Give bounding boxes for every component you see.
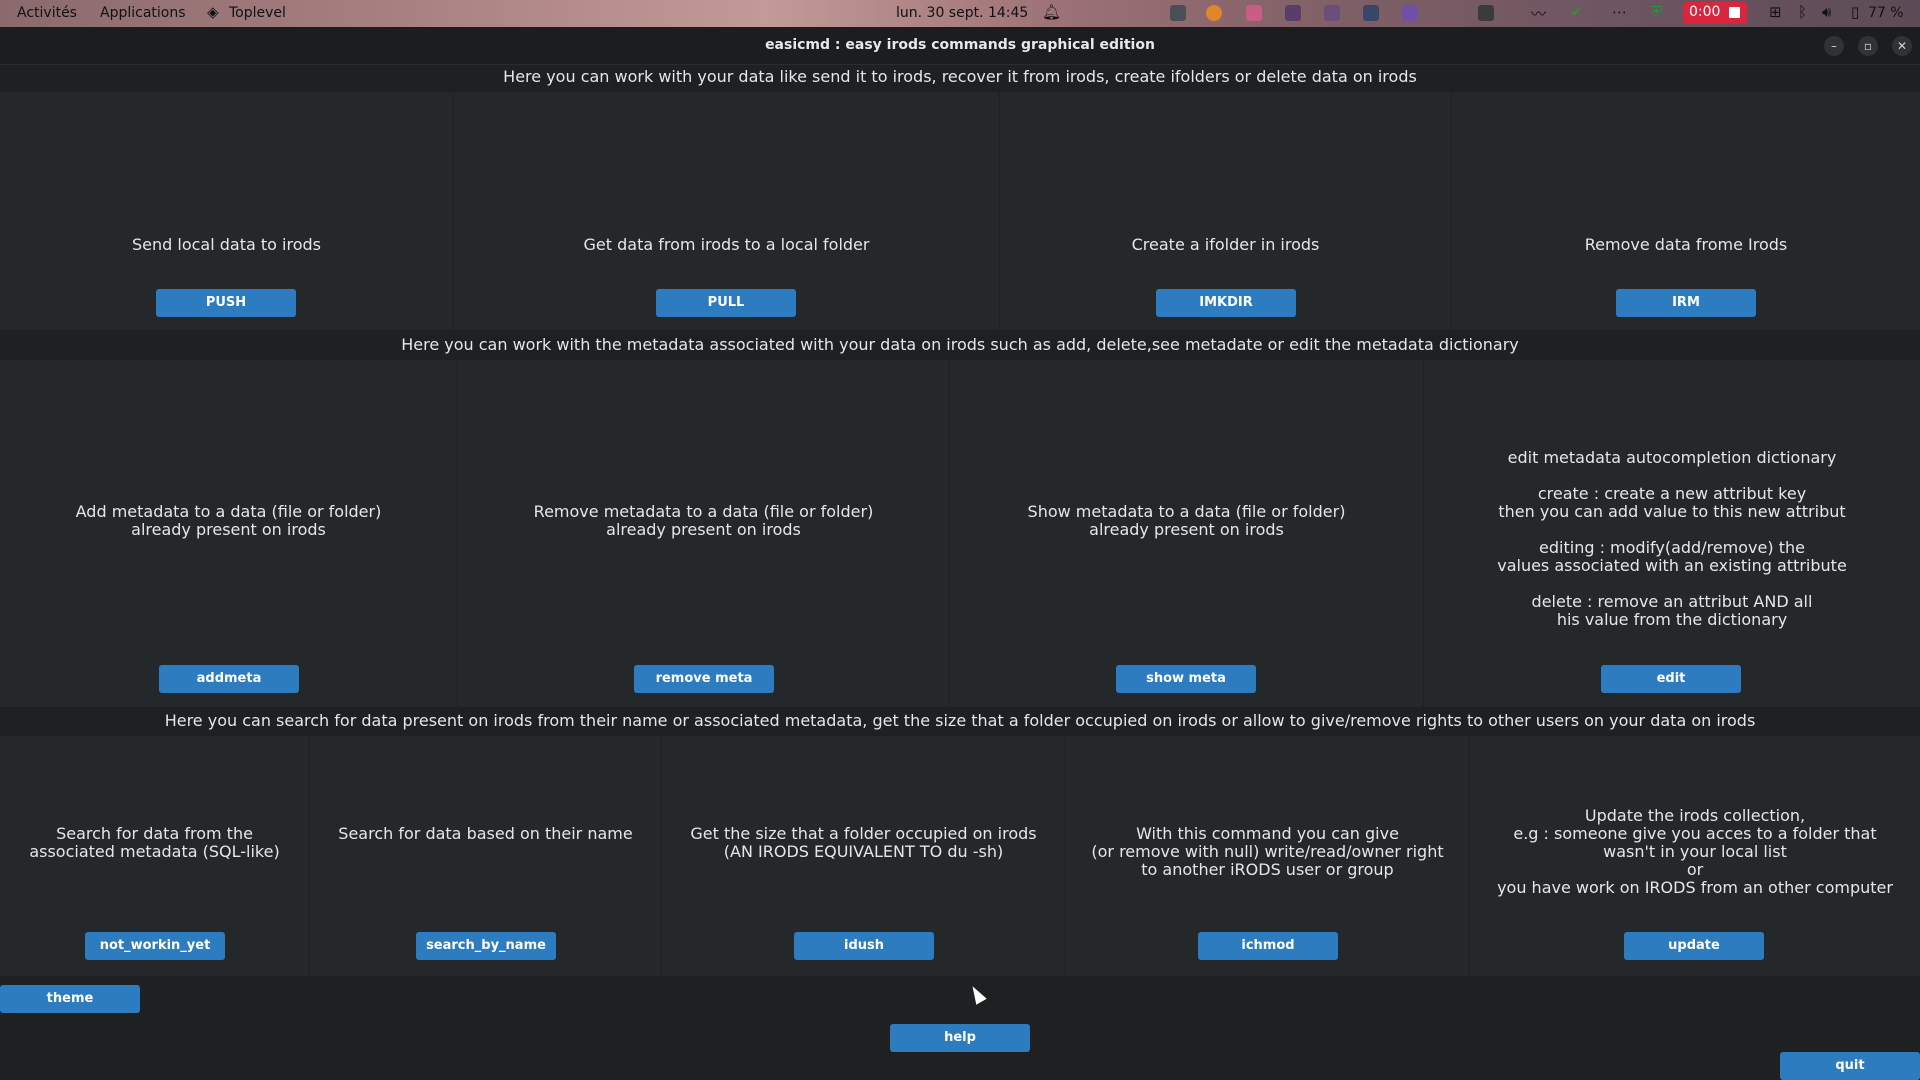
- update-panel: Update the irods collection, e.g : someo…: [1470, 736, 1920, 976]
- system-top-bar: Activités Applications ◈ Toplevel lun. 3…: [0, 0, 1920, 27]
- imkdir-button[interactable]: IMKDIR: [1156, 289, 1296, 317]
- ichmod-description: With this command you can give (or remov…: [1091, 824, 1444, 879]
- pull-button[interactable]: PULL: [656, 289, 796, 317]
- tray-check-icon[interactable]: ✔: [1570, 3, 1583, 21]
- window-title-bar[interactable]: easicmd : easy irods commands graphical …: [0, 27, 1920, 65]
- addmeta-description: Add metadata to a data (file or folder) …: [75, 502, 382, 539]
- irm-panel: Remove data frome Irods IRM: [1452, 92, 1920, 330]
- section-data-header: Here you can work with your data like se…: [503, 67, 1417, 86]
- idush-description: Get the size that a folder occupied on i…: [690, 824, 1037, 861]
- ichmod-panel: With this command you can give (or remov…: [1066, 736, 1470, 976]
- section-metadata-header: Here you can work with the metadata asso…: [401, 335, 1519, 354]
- battery-percent: 77 %: [1868, 5, 1904, 21]
- name-search-panel: Search for data based on their name sear…: [310, 736, 662, 976]
- show-meta-button[interactable]: show meta: [1116, 665, 1256, 693]
- toplevel-icon: ◈: [207, 3, 219, 21]
- update-button[interactable]: update: [1624, 932, 1764, 960]
- removemeta-description: Remove metadata to a data (file or folde…: [533, 502, 874, 539]
- search-by-name-button[interactable]: search_by_name: [416, 932, 556, 960]
- showmeta-panel: Show metadata to a data (file or folder)…: [950, 360, 1424, 707]
- irm-button[interactable]: IRM: [1616, 289, 1756, 317]
- battery-icon[interactable]: ▯: [1851, 3, 1859, 21]
- ichmod-button[interactable]: ichmod: [1198, 932, 1338, 960]
- toplevel-menu[interactable]: Toplevel: [229, 5, 286, 21]
- help-button[interactable]: help: [890, 1024, 1030, 1052]
- remove-meta-button[interactable]: remove meta: [634, 665, 774, 693]
- network-icon[interactable]: ⊞: [1769, 3, 1782, 21]
- showmeta-description: Show metadata to a data (file or folder)…: [1027, 502, 1346, 539]
- recording-time: 0:00: [1689, 4, 1721, 20]
- section-metadata-row: Add metadata to a data (file or folder) …: [0, 360, 1920, 707]
- imkdir-panel: Create a ifolder in irods IMKDIR: [1000, 92, 1452, 330]
- update-description: Update the irods collection, e.g : someo…: [1497, 806, 1893, 897]
- screen-recorder-indicator[interactable]: 0:00: [1683, 2, 1747, 24]
- stop-icon: [1729, 7, 1740, 18]
- tray-app-icon[interactable]: [1170, 5, 1186, 21]
- edit-dictionary-panel: edit metadata autocompletion dictionary …: [1424, 360, 1920, 707]
- maximize-icon[interactable]: ▫: [1858, 36, 1878, 56]
- tray-app-icon[interactable]: [1324, 5, 1340, 21]
- push-button[interactable]: PUSH: [156, 289, 296, 317]
- close-icon[interactable]: ✕: [1892, 36, 1912, 56]
- activities-button[interactable]: Activités: [17, 5, 77, 21]
- push-description: Send local data to irods: [132, 235, 321, 254]
- section-search-row: Search for data from the associated meta…: [0, 736, 1920, 976]
- tray-app-icon[interactable]: [1478, 5, 1494, 21]
- irm-description: Remove data frome Irods: [1584, 235, 1788, 254]
- idush-panel: Get the size that a folder occupied on i…: [662, 736, 1066, 976]
- tray-app-icon[interactable]: [1402, 5, 1418, 21]
- tray-more-icon[interactable]: ⋯: [1612, 3, 1627, 21]
- metadata-search-panel: Search for data from the associated meta…: [0, 736, 310, 976]
- pull-description: Get data from irods to a local folder: [583, 235, 870, 254]
- section-data-row: Send local data to irods PUSH Get data f…: [0, 92, 1920, 330]
- tray-app-icon[interactable]: [1246, 5, 1262, 21]
- addmeta-button[interactable]: addmeta: [159, 665, 299, 693]
- tray-wave-icon[interactable]: 〰: [1531, 3, 1546, 24]
- minimize-icon[interactable]: –: [1824, 36, 1844, 56]
- idush-button[interactable]: idush: [794, 932, 934, 960]
- edit-dictionary-description: edit metadata autocompletion dictionary …: [1497, 448, 1847, 629]
- edit-button[interactable]: edit: [1601, 665, 1741, 693]
- tray-firefox-icon[interactable]: [1206, 5, 1222, 21]
- imkdir-description: Create a ifolder in irods: [1131, 235, 1320, 254]
- tray-app-icon[interactable]: [1285, 5, 1301, 21]
- tray-app-icon[interactable]: [1363, 5, 1379, 21]
- volume-icon[interactable]: 🔊︎: [1822, 3, 1831, 21]
- mouse-cursor-icon: [967, 983, 987, 1005]
- tray-shield-icon[interactable]: ⛨: [1651, 3, 1662, 21]
- clock[interactable]: lun. 30 sept. 14:45: [896, 5, 1028, 21]
- bluetooth-icon[interactable]: ᛒ: [1798, 3, 1807, 21]
- metadata-search-description: Search for data from the associated meta…: [29, 824, 280, 861]
- section-search-header: Here you can search for data present on …: [164, 711, 1756, 730]
- push-panel: Send local data to irods PUSH: [0, 92, 454, 330]
- window-title: easicmd : easy irods commands graphical …: [765, 37, 1155, 53]
- pull-panel: Get data from irods to a local folder PU…: [454, 92, 1000, 330]
- notification-bell-icon[interactable]: 🔔︎: [1042, 3, 1061, 21]
- quit-button[interactable]: quit: [1780, 1052, 1920, 1080]
- not-workin-yet-button[interactable]: not_workin_yet: [85, 932, 225, 960]
- name-search-description: Search for data based on their name: [338, 824, 633, 843]
- theme-button[interactable]: theme: [0, 985, 140, 1013]
- applications-menu[interactable]: Applications: [100, 5, 186, 21]
- addmeta-panel: Add metadata to a data (file or folder) …: [0, 360, 458, 707]
- removemeta-panel: Remove metadata to a data (file or folde…: [458, 360, 950, 707]
